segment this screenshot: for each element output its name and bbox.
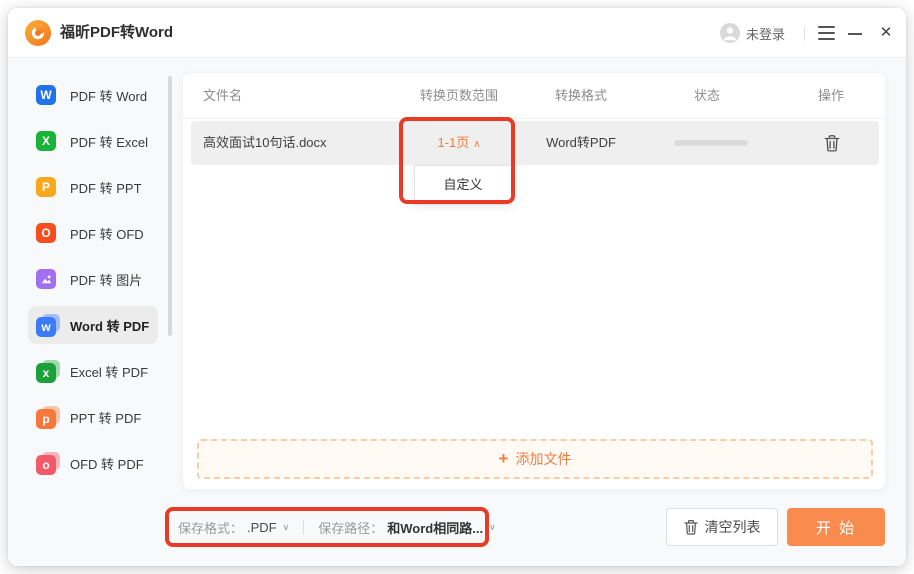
close-button[interactable]: ✕ xyxy=(875,22,897,44)
file-row: 高效面试10句话.docx 1-1页 ∧ Word转PDF xyxy=(191,121,879,165)
image-icon xyxy=(40,273,53,286)
start-button[interactable]: 开 始 xyxy=(787,508,885,546)
ofd-file-icon: O xyxy=(36,221,60,245)
save-options-bar: 保存格式： .PDF ∨ 保存路径： 和Word相同路... ∨ xyxy=(178,508,496,546)
save-format-value: .PDF xyxy=(247,520,277,535)
save-path-label: 保存路径： xyxy=(318,518,383,537)
sidebar-item-label: PPT 转 PDF xyxy=(70,408,141,427)
page-range-value: 1-1页 xyxy=(437,135,469,150)
sidebar-item-label: Word 转 PDF xyxy=(70,316,149,335)
excel-stack-icon: x xyxy=(36,359,60,383)
ppt-file-icon: P xyxy=(36,175,60,199)
chevron-down-icon: ∨ xyxy=(489,522,496,533)
menu-button[interactable] xyxy=(818,25,835,41)
sidebar-item-label: PDF 转 OFD xyxy=(70,224,144,243)
image-file-icon xyxy=(36,267,60,291)
trash-icon xyxy=(684,519,698,535)
save-path-value: 和Word相同路... xyxy=(387,518,483,537)
header-filename: 文件名 xyxy=(203,73,242,119)
delete-file-button[interactable] xyxy=(823,134,841,152)
app-title: 福昕PDF转Word xyxy=(60,8,173,58)
clear-list-label: 清空列表 xyxy=(705,517,761,537)
format-value: Word转PDF xyxy=(511,121,651,165)
ofd-stack-icon: o xyxy=(36,451,60,475)
sidebar-item-pdf-to-ppt[interactable]: P PDF 转 PPT xyxy=(28,168,158,206)
login-status[interactable]: 未登录 xyxy=(720,22,785,44)
excel-file-icon: X xyxy=(36,129,60,153)
ppt-stack-icon: p xyxy=(36,405,60,429)
login-status-label: 未登录 xyxy=(746,24,785,43)
file-name: 高效面试10句话.docx xyxy=(203,121,327,165)
save-path-select[interactable]: 保存路径： 和Word相同路... ∨ xyxy=(318,518,495,537)
word-stack-icon: w xyxy=(36,313,60,337)
add-file-label: 添加文件 xyxy=(515,449,571,469)
header-format: 转换格式 xyxy=(511,73,651,119)
add-file-button[interactable]: + 添加文件 xyxy=(197,439,873,479)
avatar-icon xyxy=(720,23,740,43)
sidebar-item-label: Excel 转 PDF xyxy=(70,362,148,381)
dropdown-option-custom[interactable]: 自定义 xyxy=(415,166,511,204)
minimize-button[interactable] xyxy=(848,33,862,35)
sidebar-item-label: OFD 转 PDF xyxy=(70,454,144,473)
chevron-up-icon: ∧ xyxy=(473,139,480,150)
chevron-down-icon: ∨ xyxy=(283,522,290,533)
page-range-dropdown: 自定义 xyxy=(414,165,512,205)
titlebar-divider xyxy=(804,26,805,41)
sidebar-item-word-to-pdf[interactable]: w Word 转 PDF xyxy=(28,306,158,344)
header-actions: 操作 xyxy=(761,73,901,119)
sidebar-item-pdf-to-word[interactable]: W PDF 转 Word xyxy=(28,76,158,114)
header-status: 状态 xyxy=(637,73,777,119)
page-range-select[interactable]: 1-1页 ∧ xyxy=(389,121,529,165)
sidebar-item-label: PDF 转 图片 xyxy=(70,270,142,289)
sidebar-item-pdf-to-image[interactable]: PDF 转 图片 xyxy=(28,260,158,298)
sidebar-item-pdf-to-excel[interactable]: X PDF 转 Excel xyxy=(28,122,158,160)
sidebar-scrollbar[interactable] xyxy=(168,76,172,336)
sidebar-item-label: PDF 转 Excel xyxy=(70,132,148,151)
save-format-label: 保存格式： xyxy=(178,518,243,537)
sidebar-item-ppt-to-pdf[interactable]: p PPT 转 PDF xyxy=(28,398,158,436)
sidebar-item-ofd-to-pdf[interactable]: o OFD 转 PDF xyxy=(28,444,158,482)
screenshot-stage: 福昕PDF转Word 未登录 ✕ W PDF 转 Word X PDF 转 Ex… xyxy=(0,0,914,574)
footer-divider xyxy=(303,520,304,534)
file-list-panel: 文件名 转换页数范围 转换格式 状态 操作 高效面试10句话.docx 1-1页… xyxy=(182,72,886,490)
titlebar: 福昕PDF转Word 未登录 ✕ xyxy=(8,8,906,58)
app-logo-icon xyxy=(24,19,52,47)
app-window: 福昕PDF转Word 未登录 ✕ W PDF 转 Word X PDF 转 Ex… xyxy=(8,8,906,566)
header-page-range: 转换页数范围 xyxy=(389,73,529,119)
clear-list-button[interactable]: 清空列表 xyxy=(666,508,778,546)
progress-bar xyxy=(674,140,748,146)
sidebar-item-label: PDF 转 PPT xyxy=(70,178,142,197)
plus-icon: + xyxy=(499,449,509,469)
sidebar-item-label: PDF 转 Word xyxy=(70,86,147,105)
sidebar-item-pdf-to-ofd[interactable]: O PDF 转 OFD xyxy=(28,214,158,252)
table-header: 文件名 转换页数范围 转换格式 状态 操作 xyxy=(183,73,885,119)
sidebar-item-excel-to-pdf[interactable]: x Excel 转 PDF xyxy=(28,352,158,390)
word-file-icon: W xyxy=(36,83,60,107)
save-format-select[interactable]: 保存格式： .PDF ∨ xyxy=(178,518,289,537)
